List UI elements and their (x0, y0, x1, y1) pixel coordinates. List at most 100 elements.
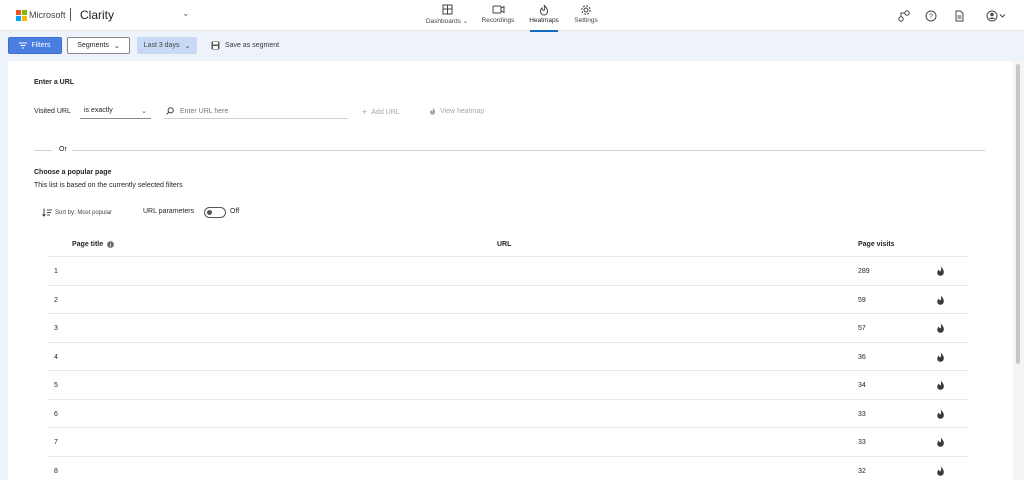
nav-label: Heatmaps (529, 17, 559, 24)
divider (34, 150, 52, 151)
nav-label: Settings (574, 17, 598, 24)
match-type-dropdown[interactable]: is exactly ⌄ (80, 104, 151, 119)
table-row[interactable]: 5 34 (48, 370, 968, 399)
flame-icon[interactable] (936, 437, 945, 447)
add-url-label: Add URL (371, 108, 400, 116)
row-index: 6 (54, 410, 58, 418)
flame-icon[interactable] (936, 266, 945, 276)
scrollbar-thumb[interactable] (1016, 64, 1020, 364)
filters-label: Filters (31, 42, 51, 49)
column-header-label: Page title (72, 241, 104, 248)
popular-page-subtitle: This list is based on the currently sele… (34, 182, 183, 189)
table-row[interactable]: 4 36 (48, 341, 968, 371)
top-bar: Microsoft Clarity ⌄ Dashboards ⌄ Recordi… (0, 0, 1024, 32)
row-index: 8 (54, 467, 58, 475)
row-index: 7 (54, 439, 58, 446)
view-heatmap-label: View heatmap (440, 107, 485, 115)
table-row[interactable]: 7 33 (48, 427, 968, 456)
microsoft-logo-icon (16, 10, 27, 21)
svg-text:?: ? (929, 14, 933, 21)
date-range-label: Last 3 days (143, 42, 180, 49)
save-icon (211, 41, 220, 50)
toggle-knob (207, 210, 212, 215)
table-row[interactable]: 2 59 (48, 284, 968, 314)
nav-heatmaps[interactable]: Heatmaps (520, 3, 568, 32)
brand-divider (70, 8, 71, 21)
dashboard-icon (442, 4, 453, 15)
flame-icon[interactable] (936, 465, 945, 476)
nav-recordings[interactable]: Recordings (474, 3, 522, 29)
product-name[interactable]: Clarity (80, 8, 114, 22)
page-visits-value: 57 (858, 325, 866, 332)
account-icon[interactable] (985, 9, 1009, 23)
page-visits-value: 32 (858, 467, 866, 475)
column-header-page-title[interactable]: Page title (72, 241, 114, 248)
search-icon (166, 107, 174, 115)
add-url-button[interactable]: + Add URL (362, 107, 400, 117)
flame-icon[interactable] (936, 294, 945, 305)
column-header-url[interactable]: URL (497, 241, 511, 248)
chevron-down-icon: ⌄ (113, 42, 120, 50)
column-header-label: URL (497, 241, 512, 248)
enter-url-heading: Enter a URL (34, 79, 75, 86)
divider (72, 150, 985, 151)
row-index: 4 (54, 353, 58, 361)
date-range-button[interactable]: Last 3 days ⌄ (137, 37, 197, 54)
nav-settings[interactable]: Settings (562, 3, 610, 29)
page-visits-value: 33 (858, 410, 866, 418)
filter-icon (19, 42, 28, 49)
url-input-placeholder: Enter URL here (180, 107, 229, 115)
or-separator-label: Or (59, 146, 67, 153)
match-type-value: is exactly (84, 107, 113, 114)
url-input[interactable]: Enter URL here (164, 104, 348, 119)
view-heatmap-button[interactable]: View heatmap (429, 107, 484, 115)
flame-icon[interactable] (936, 408, 945, 419)
column-header-page-visits[interactable]: Page visits (858, 241, 895, 248)
url-parameters-label: URL parameters (143, 208, 195, 215)
nav-dashboards[interactable]: Dashboards ⌄ (423, 3, 471, 29)
flame-icon[interactable] (936, 323, 945, 333)
flame-icon (539, 4, 549, 16)
video-icon (492, 5, 505, 14)
help-icon[interactable]: ? (924, 9, 938, 23)
segments-button[interactable]: Segments ⌄ (67, 37, 130, 54)
page-visits-value: 34 (858, 382, 866, 389)
page-visits-value: 36 (858, 353, 866, 361)
row-index: 3 (54, 325, 58, 332)
filter-toolbar: Filters Segments ⌄ Last 3 days ⌄ Save as… (0, 31, 1024, 60)
page-visits-value: 59 (858, 296, 866, 304)
document-icon[interactable] (952, 9, 966, 23)
filters-button[interactable]: Filters (8, 37, 62, 54)
url-parameters-state: Off (230, 208, 240, 215)
share-icon[interactable] (897, 9, 911, 23)
nav-label: Dashboards ⌄ (425, 18, 469, 25)
row-index: 5 (54, 382, 58, 389)
info-icon[interactable] (107, 241, 114, 248)
url-parameters-toggle[interactable] (204, 207, 226, 218)
table-row[interactable]: 1 289 (48, 256, 968, 285)
flame-icon[interactable] (936, 380, 945, 390)
sort-button[interactable]: Sort by: Most popular (42, 208, 112, 217)
visited-url-label: Visited URL (34, 108, 71, 115)
save-as-segment-label: Save as segment (225, 42, 280, 49)
save-as-segment-button[interactable]: Save as segment (211, 37, 279, 54)
sort-label: Sort by: Most popular (55, 209, 113, 216)
project-chevron-down-icon[interactable]: ⌄ (182, 8, 190, 19)
chevron-down-icon: ⌄ (141, 108, 147, 115)
flame-icon[interactable] (936, 351, 945, 362)
table-row[interactable]: 3 57 (48, 313, 968, 342)
flame-icon (429, 107, 436, 115)
row-index: 1 (54, 268, 58, 275)
page-visits-value: 33 (858, 439, 866, 446)
segments-label: Segments (77, 42, 109, 49)
nav-label: Recordings (481, 17, 515, 24)
column-header-label: Page visits (858, 241, 895, 248)
popular-page-heading: Choose a popular page (34, 169, 112, 176)
page-visits-value: 289 (858, 268, 870, 275)
plus-icon: + (362, 107, 368, 117)
chevron-down-icon: ⌄ (184, 42, 191, 50)
table-row[interactable]: 8 32 (48, 455, 968, 480)
row-index: 2 (54, 296, 58, 304)
table-row[interactable]: 6 33 (48, 398, 968, 428)
gear-icon (581, 5, 591, 15)
